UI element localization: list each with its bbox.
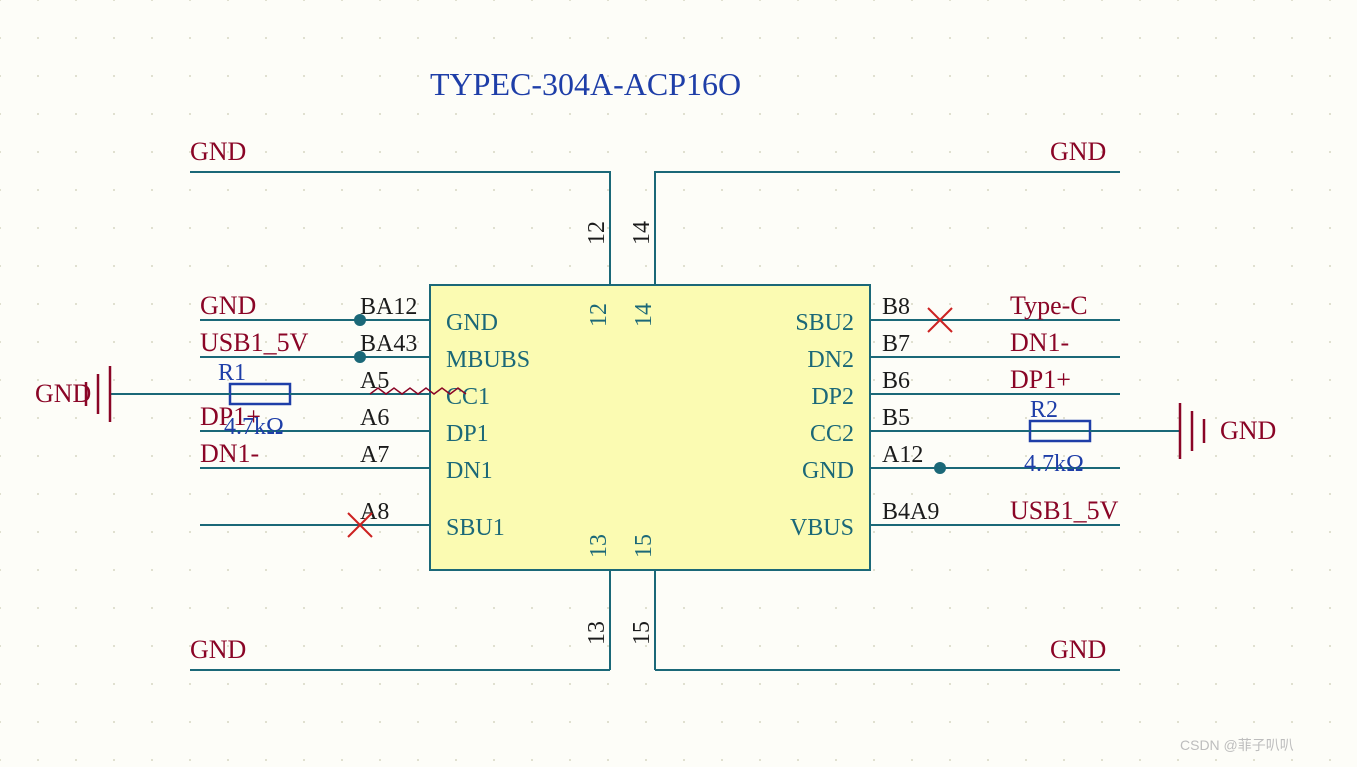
- net-label: USB1_5V: [200, 328, 309, 357]
- pin-name: CC1: [446, 384, 490, 410]
- net-label: GND: [1220, 416, 1276, 445]
- pin-number: BA43: [360, 331, 417, 357]
- junction-dot: [354, 351, 366, 363]
- junction-dot: [934, 462, 946, 474]
- net-label: GND: [1050, 635, 1106, 664]
- pin-number: A7: [360, 442, 389, 468]
- wire: [655, 172, 1120, 185]
- r1-value: 4.7kΩ: [224, 414, 284, 440]
- r2-value: 4.7kΩ: [1024, 451, 1084, 477]
- ic-title: TYPEC-304A-ACP16O: [430, 66, 741, 102]
- pin-name: 15: [631, 534, 657, 558]
- pin-name: DP1: [446, 421, 489, 447]
- pin-name: VBUS: [790, 515, 854, 541]
- schematic-canvas: TYPEC-304A-ACP16OBA12GNDBA43MBUBSA5CC1A6…: [0, 0, 1357, 767]
- junction-dot: [354, 314, 366, 326]
- pin-number: A6: [360, 405, 389, 431]
- pin-name: DN2: [807, 347, 854, 373]
- pin-number: B4A9: [882, 499, 939, 525]
- r1-ref: R1: [218, 360, 246, 386]
- pin-name: SBU1: [446, 515, 505, 541]
- net-label: USB1_5V: [1010, 496, 1119, 525]
- net-label: GND: [190, 635, 246, 664]
- pin-name: CC2: [810, 421, 854, 447]
- net-label: DN1-: [1010, 328, 1069, 357]
- pin-name: MBUBS: [446, 347, 530, 373]
- pin-name: 13: [586, 534, 612, 558]
- pin-name: DN1: [446, 458, 493, 484]
- pin-name: GND: [802, 458, 854, 484]
- net-label: DN1-: [200, 439, 259, 468]
- pin-name: 14: [631, 303, 657, 327]
- pin-number: B7: [882, 331, 910, 357]
- net-label: GND: [1050, 137, 1106, 166]
- pin-name: SBU2: [795, 310, 854, 336]
- watermark: CSDN @菲子叭叭: [1180, 737, 1294, 753]
- wire: [190, 172, 610, 185]
- pin-number: B8: [882, 294, 910, 320]
- net-label: GND: [35, 379, 91, 408]
- pin-number: 12: [584, 221, 610, 245]
- net-label: Type-C: [1010, 291, 1088, 320]
- pin-number: 14: [629, 221, 655, 245]
- net-label: GND: [190, 137, 246, 166]
- pin-name: GND: [446, 310, 498, 336]
- pin-number: 13: [584, 621, 610, 645]
- pin-name: DP2: [811, 384, 854, 410]
- pin-number: 15: [629, 621, 655, 645]
- pin-number: A12: [882, 442, 923, 468]
- pin-name: 12: [586, 303, 612, 327]
- net-label: GND: [200, 291, 256, 320]
- pin-number: B5: [882, 405, 910, 431]
- pin-number: B6: [882, 368, 910, 394]
- net-label: DP1+: [1010, 365, 1071, 394]
- pin-number: BA12: [360, 294, 417, 320]
- r2-ref: R2: [1030, 397, 1058, 423]
